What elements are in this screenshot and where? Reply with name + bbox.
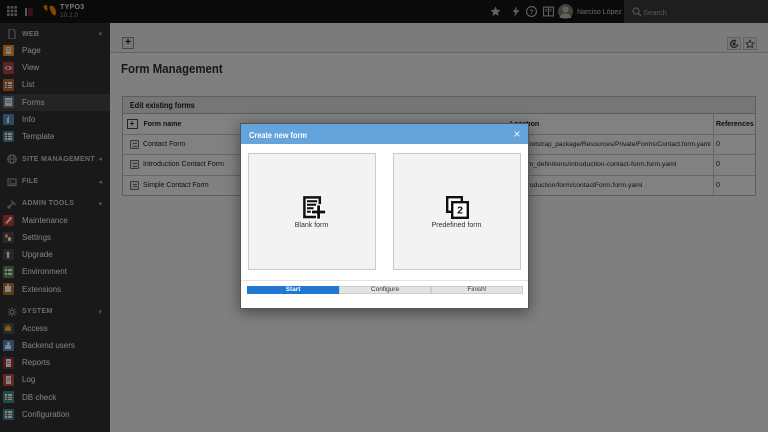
svg-text:2: 2: [457, 205, 463, 217]
